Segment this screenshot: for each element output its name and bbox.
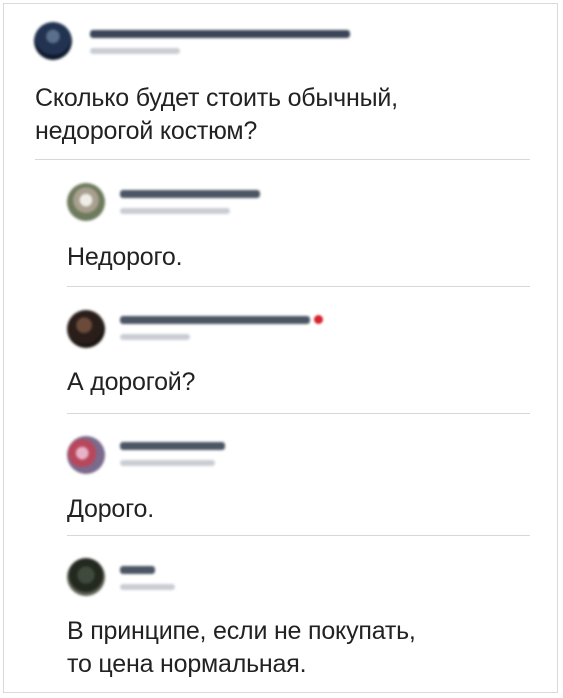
divider [67,286,530,287]
reply-text: А дорогой? [67,368,196,396]
reply-author-handle [120,460,215,466]
reply-avatar[interactable] [67,183,105,221]
reply-text: Дорого. [67,495,154,523]
reply-avatar[interactable] [67,310,105,348]
divider [67,535,530,536]
reply-author-handle [120,584,175,590]
post-text-line-1: Сколько будет стоить обычный, [35,84,398,112]
author-handle [90,48,180,54]
reply-text-line-1: В принципе, если не покупать, [67,617,416,645]
divider [67,413,530,414]
reply-avatar[interactable] [67,436,105,474]
reply-author-name[interactable] [120,316,310,324]
heart-icon [314,315,323,324]
divider [35,159,530,160]
reply-avatar[interactable] [67,558,105,596]
author-avatar[interactable] [34,22,72,60]
reply-author-name[interactable] [120,566,155,574]
reply-text: Недорого. [67,243,183,271]
post-text-line-2: недорогой костюм? [35,117,258,145]
reply-author-handle [120,334,190,340]
reply-author-name[interactable] [120,190,260,198]
reply-author-handle [120,208,230,214]
reply-author-name[interactable] [120,442,225,450]
author-name[interactable] [90,30,350,38]
post-text: Сколько будет стоить обычный, недорогой … [35,82,398,148]
reply-text: В принципе, если не покупать, то цена но… [67,615,416,681]
reply-text-line-2: то цена нормальная. [67,650,307,678]
